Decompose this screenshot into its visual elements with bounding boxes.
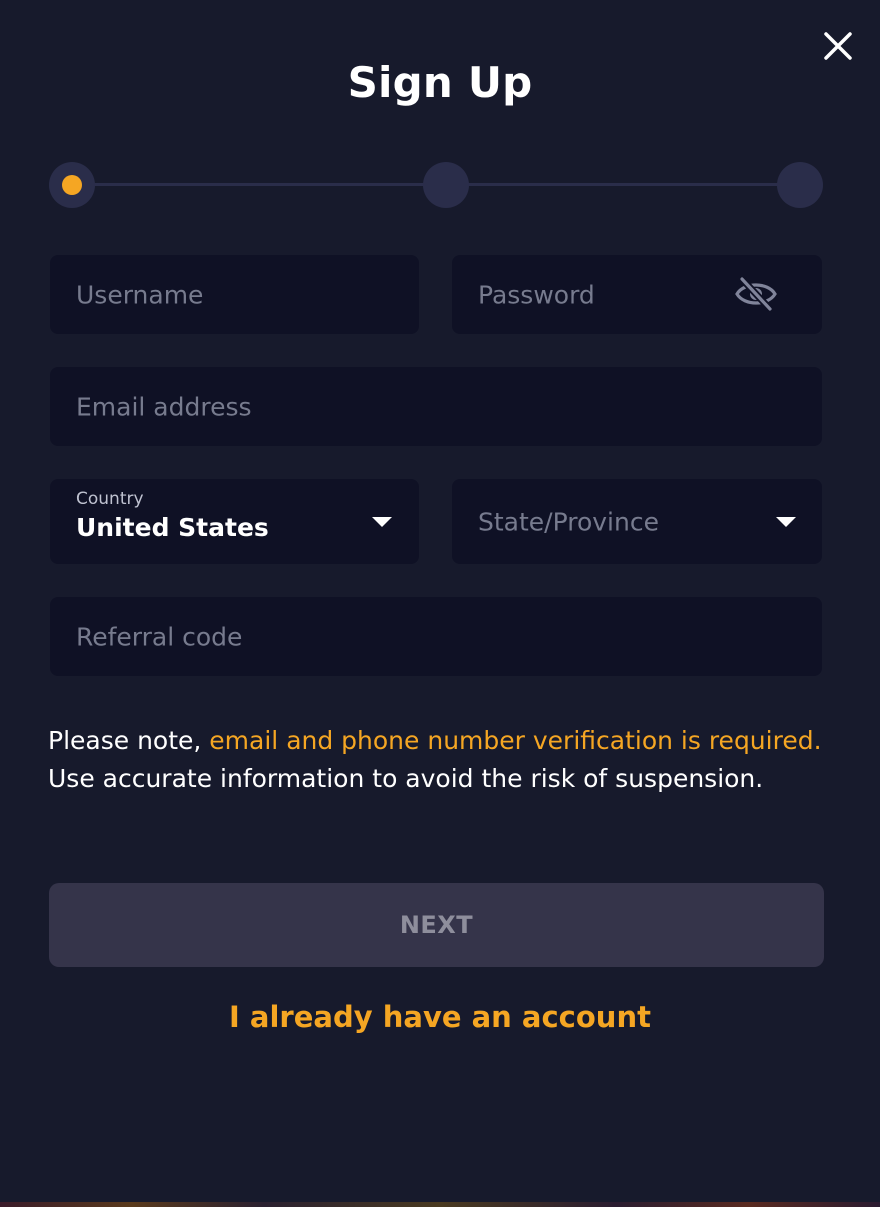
signup-modal: Sign Up Username Password Email address …: [0, 0, 880, 1202]
notice-suffix: Use accurate information to avoid the ri…: [48, 764, 764, 793]
chevron-down-icon: [372, 517, 392, 527]
email-field[interactable]: Email address: [50, 367, 822, 446]
step-1-active-dot: [62, 175, 82, 195]
state-placeholder: State/Province: [478, 507, 659, 536]
eye-slash-icon: [735, 276, 777, 312]
password-placeholder: Password: [478, 280, 595, 309]
notice-highlight: email and phone number verification is r…: [209, 726, 822, 755]
next-button[interactable]: NEXT: [49, 883, 824, 967]
background-strip: [0, 1202, 880, 1207]
country-label: Country: [76, 489, 144, 509]
step-2: [423, 162, 469, 208]
existing-account-link[interactable]: I already have an account: [0, 1000, 880, 1034]
username-field[interactable]: Username: [50, 255, 419, 334]
state-select[interactable]: State/Province: [452, 479, 822, 564]
referral-placeholder: Referral code: [76, 622, 243, 651]
page-title: Sign Up: [347, 58, 533, 107]
referral-code-field[interactable]: Referral code: [50, 597, 822, 676]
chevron-down-icon: [776, 517, 796, 527]
step-3: [777, 162, 823, 208]
country-value: United States: [76, 513, 269, 542]
step-1: [49, 162, 95, 208]
password-field[interactable]: Password: [452, 255, 822, 334]
notice-prefix: Please note,: [48, 726, 210, 755]
email-placeholder: Email address: [76, 392, 252, 421]
verification-notice: Please note, email and phone number veri…: [48, 722, 838, 798]
toggle-password-visibility-button[interactable]: [734, 275, 778, 313]
username-placeholder: Username: [76, 280, 204, 309]
country-select[interactable]: Country United States: [50, 479, 419, 564]
